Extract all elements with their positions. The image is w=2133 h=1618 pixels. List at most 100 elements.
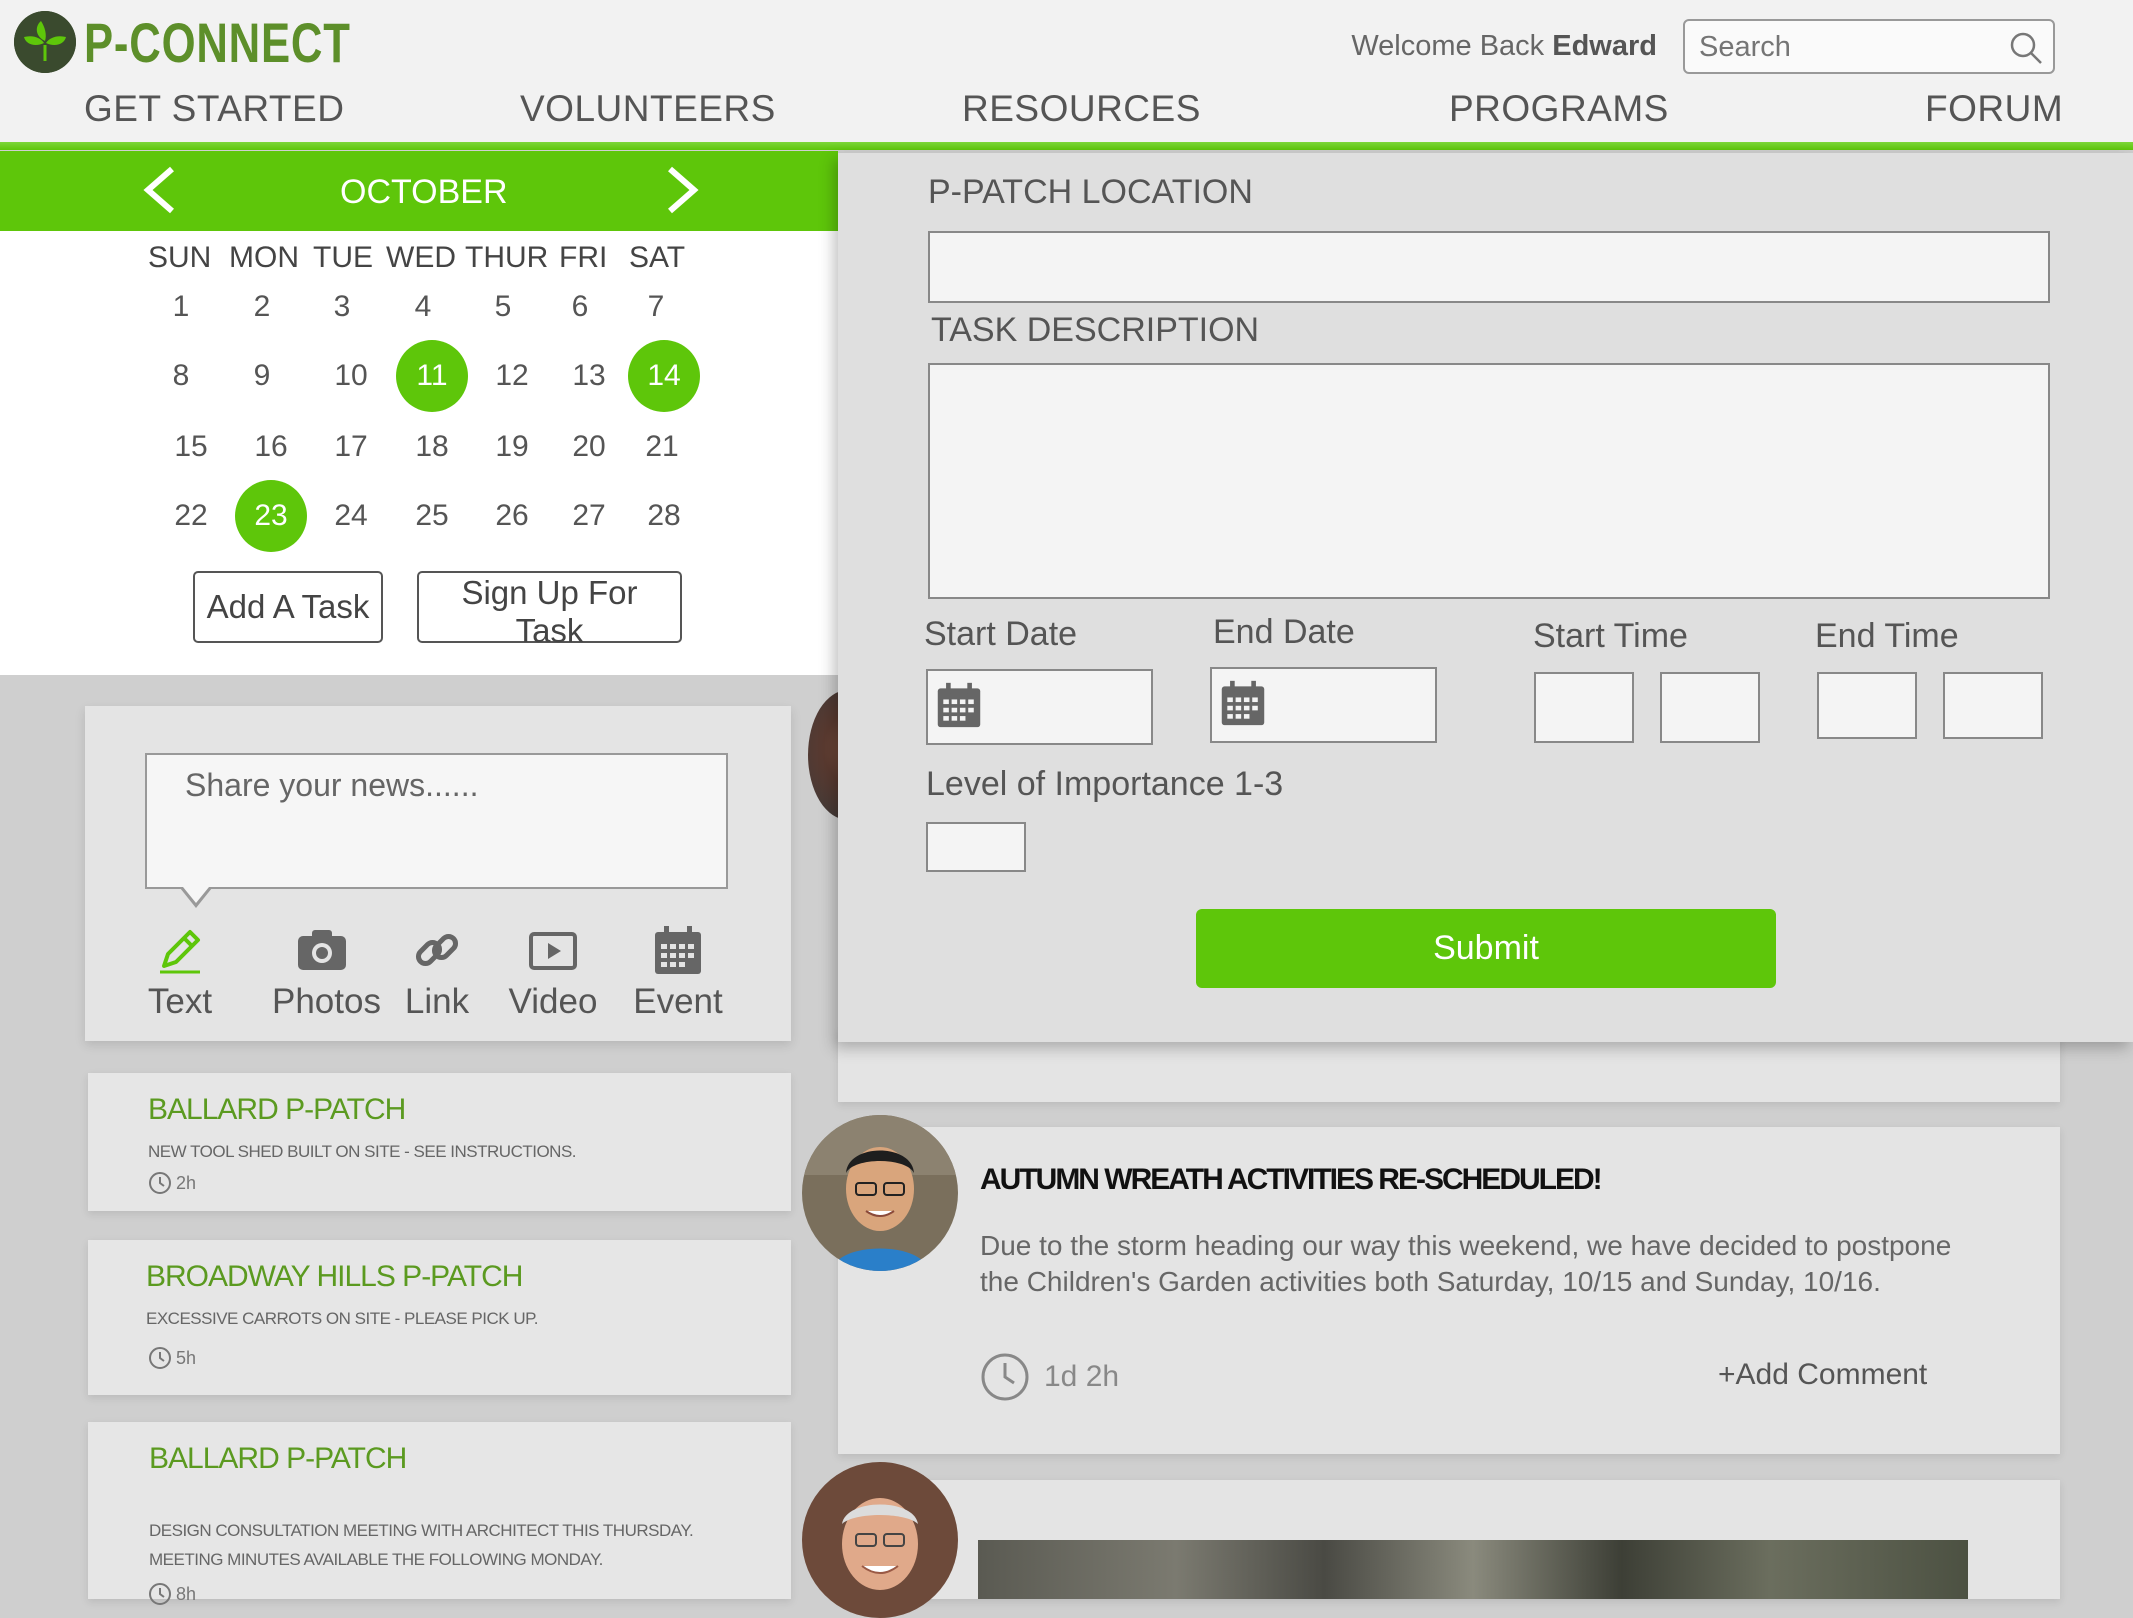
calendar-icon[interactable] xyxy=(1218,679,1268,727)
feed-item[interactable]: BALLARD P-PATCH NEW TOOL SHED BUILT ON S… xyxy=(88,1073,791,1211)
nav-forum[interactable]: FORUM xyxy=(1925,88,2063,130)
calendar-day[interactable]: 27 xyxy=(553,480,625,552)
add-task-button[interactable]: Add A Task xyxy=(193,571,383,643)
post-type-text[interactable]: Text xyxy=(130,924,230,1022)
search-input[interactable] xyxy=(1685,21,2001,73)
end-time-label: End Time xyxy=(1815,617,1959,655)
calendar-day[interactable]: 18 xyxy=(396,411,468,483)
calendar-day[interactable]: 8 xyxy=(145,340,217,412)
calendar-day[interactable]: 12 xyxy=(476,340,548,412)
location-input[interactable] xyxy=(928,231,2050,303)
end-date-input[interactable] xyxy=(1210,667,1437,743)
leaf-logo-icon[interactable] xyxy=(14,11,76,73)
start-time-hour-input[interactable] xyxy=(1534,672,1634,743)
end-time-hour-input[interactable] xyxy=(1817,672,1917,739)
feed-item-time: 5h xyxy=(148,1346,196,1370)
post-type-event-label: Event xyxy=(633,982,723,1021)
search-box xyxy=(1683,19,2055,74)
next-month-arrow-icon[interactable] xyxy=(662,165,702,215)
feed-item[interactable]: BALLARD P-PATCH DESIGN CONSULTATION MEET… xyxy=(88,1422,791,1605)
clock-icon xyxy=(149,1172,171,1194)
calendar-day[interactable]: 20 xyxy=(553,411,625,483)
header-divider xyxy=(0,142,2133,150)
avatar[interactable] xyxy=(802,1462,958,1618)
search-icon[interactable] xyxy=(2009,31,2043,65)
post-type-event[interactable]: Event xyxy=(633,924,723,1022)
location-label: P-PATCH LOCATION xyxy=(928,173,1253,211)
weekday-fri: FRI xyxy=(559,241,608,274)
clock-icon xyxy=(149,1583,171,1605)
importance-input[interactable] xyxy=(926,822,1026,872)
calendar-day[interactable]: 10 xyxy=(315,340,387,412)
share-news-box: Share your news...... Text Photos Link V… xyxy=(85,706,791,1041)
feed-item[interactable]: BROADWAY HILLS P-PATCH EXCESSIVE CARROTS… xyxy=(88,1240,791,1395)
feed-item-title[interactable]: BALLARD P-PATCH xyxy=(148,1093,406,1127)
nav-get-started[interactable]: GET STARTED xyxy=(84,88,344,130)
calendar-icon xyxy=(655,926,701,974)
post-time: 1d 2h xyxy=(980,1352,1119,1402)
feed-item-title[interactable]: BALLARD P-PATCH xyxy=(149,1442,407,1476)
app-logo-text[interactable]: P-CONNECT xyxy=(84,10,351,75)
link-icon xyxy=(415,933,459,967)
share-news-placeholder: Share your news...... xyxy=(185,767,479,803)
calendar-day[interactable]: 9 xyxy=(226,340,298,412)
end-date-label: End Date xyxy=(1213,613,1355,651)
post-type-photos-label: Photos xyxy=(272,982,381,1021)
feed-item-text: NEW TOOL SHED BUILT ON SITE - SEE INSTRU… xyxy=(148,1142,577,1161)
feed-item-time-text: 2h xyxy=(176,1172,197,1193)
calendar: OCTOBER SUN MON TUE WED THUR FRI SAT 1 2… xyxy=(0,151,838,675)
share-news-input[interactable]: Share your news...... xyxy=(145,753,728,889)
post-type-photos[interactable]: Photos xyxy=(272,924,381,1022)
nav-volunteers[interactable]: VOLUNTEERS xyxy=(520,88,776,130)
calendar-day[interactable]: 1 xyxy=(145,271,217,343)
calendar-day-highlighted[interactable]: 23 xyxy=(235,480,307,552)
calendar-day[interactable]: 2 xyxy=(226,271,298,343)
weekday-thur: THUR xyxy=(465,241,549,274)
weekday-mon: MON xyxy=(229,241,299,274)
calendar-header: OCTOBER xyxy=(0,151,838,231)
user-name: Edward xyxy=(1552,30,1657,62)
post-type-link[interactable]: Link xyxy=(397,924,477,1022)
calendar-day[interactable]: 21 xyxy=(626,411,698,483)
calendar-day[interactable]: 28 xyxy=(628,480,700,552)
feed-item-title[interactable]: BROADWAY HILLS P-PATCH xyxy=(146,1260,523,1294)
calendar-day[interactable]: 4 xyxy=(387,271,459,343)
calendar-day[interactable]: 15 xyxy=(155,411,227,483)
start-date-input[interactable] xyxy=(926,669,1153,745)
feed-item-time-text: 5h xyxy=(176,1347,197,1368)
post-type-text-label: Text xyxy=(147,982,213,1021)
prev-month-arrow-icon[interactable] xyxy=(140,165,180,215)
description-textarea[interactable] xyxy=(928,363,2050,599)
calendar-day[interactable]: 5 xyxy=(467,271,539,343)
start-time-minute-input[interactable] xyxy=(1660,672,1760,743)
calendar-day[interactable]: 26 xyxy=(476,480,548,552)
nav-resources[interactable]: RESOURCES xyxy=(962,88,1201,130)
calendar-day[interactable]: 6 xyxy=(544,271,616,343)
calendar-day[interactable]: 13 xyxy=(553,340,625,412)
start-time-label: Start Time xyxy=(1533,617,1688,655)
calendar-day[interactable]: 16 xyxy=(235,411,307,483)
post-type-video[interactable]: Video xyxy=(508,924,598,1022)
post-photo[interactable] xyxy=(978,1540,1968,1599)
add-comment-link[interactable]: +Add Comment xyxy=(1718,1358,1927,1392)
post-title[interactable]: AUTUMN WREATH ACTIVITIES RE-SCHEDULED! xyxy=(980,1163,1603,1197)
calendar-day-highlighted[interactable]: 14 xyxy=(628,340,700,412)
end-time-minute-input[interactable] xyxy=(1943,672,2043,739)
calendar-day[interactable]: 17 xyxy=(315,411,387,483)
weekday-sat: SAT xyxy=(629,241,686,274)
nav-programs[interactable]: PROGRAMS xyxy=(1449,88,1669,130)
weekday-wed: WED xyxy=(386,241,456,274)
calendar-day[interactable]: 22 xyxy=(155,480,227,552)
calendar-icon[interactable] xyxy=(934,681,984,729)
sign-up-task-button[interactable]: Sign Up For Task xyxy=(417,571,682,649)
calendar-day[interactable]: 7 xyxy=(620,271,692,343)
video-play-icon xyxy=(529,932,577,970)
calendar-day[interactable]: 25 xyxy=(396,480,468,552)
calendar-day-highlighted[interactable]: 11 xyxy=(396,340,468,412)
calendar-day[interactable]: 3 xyxy=(306,271,378,343)
avatar[interactable] xyxy=(802,1115,958,1271)
calendar-day[interactable]: 24 xyxy=(315,480,387,552)
post-type-video-label: Video xyxy=(508,982,598,1021)
calendar-day[interactable]: 19 xyxy=(476,411,548,483)
submit-button[interactable]: Submit xyxy=(1196,909,1776,988)
